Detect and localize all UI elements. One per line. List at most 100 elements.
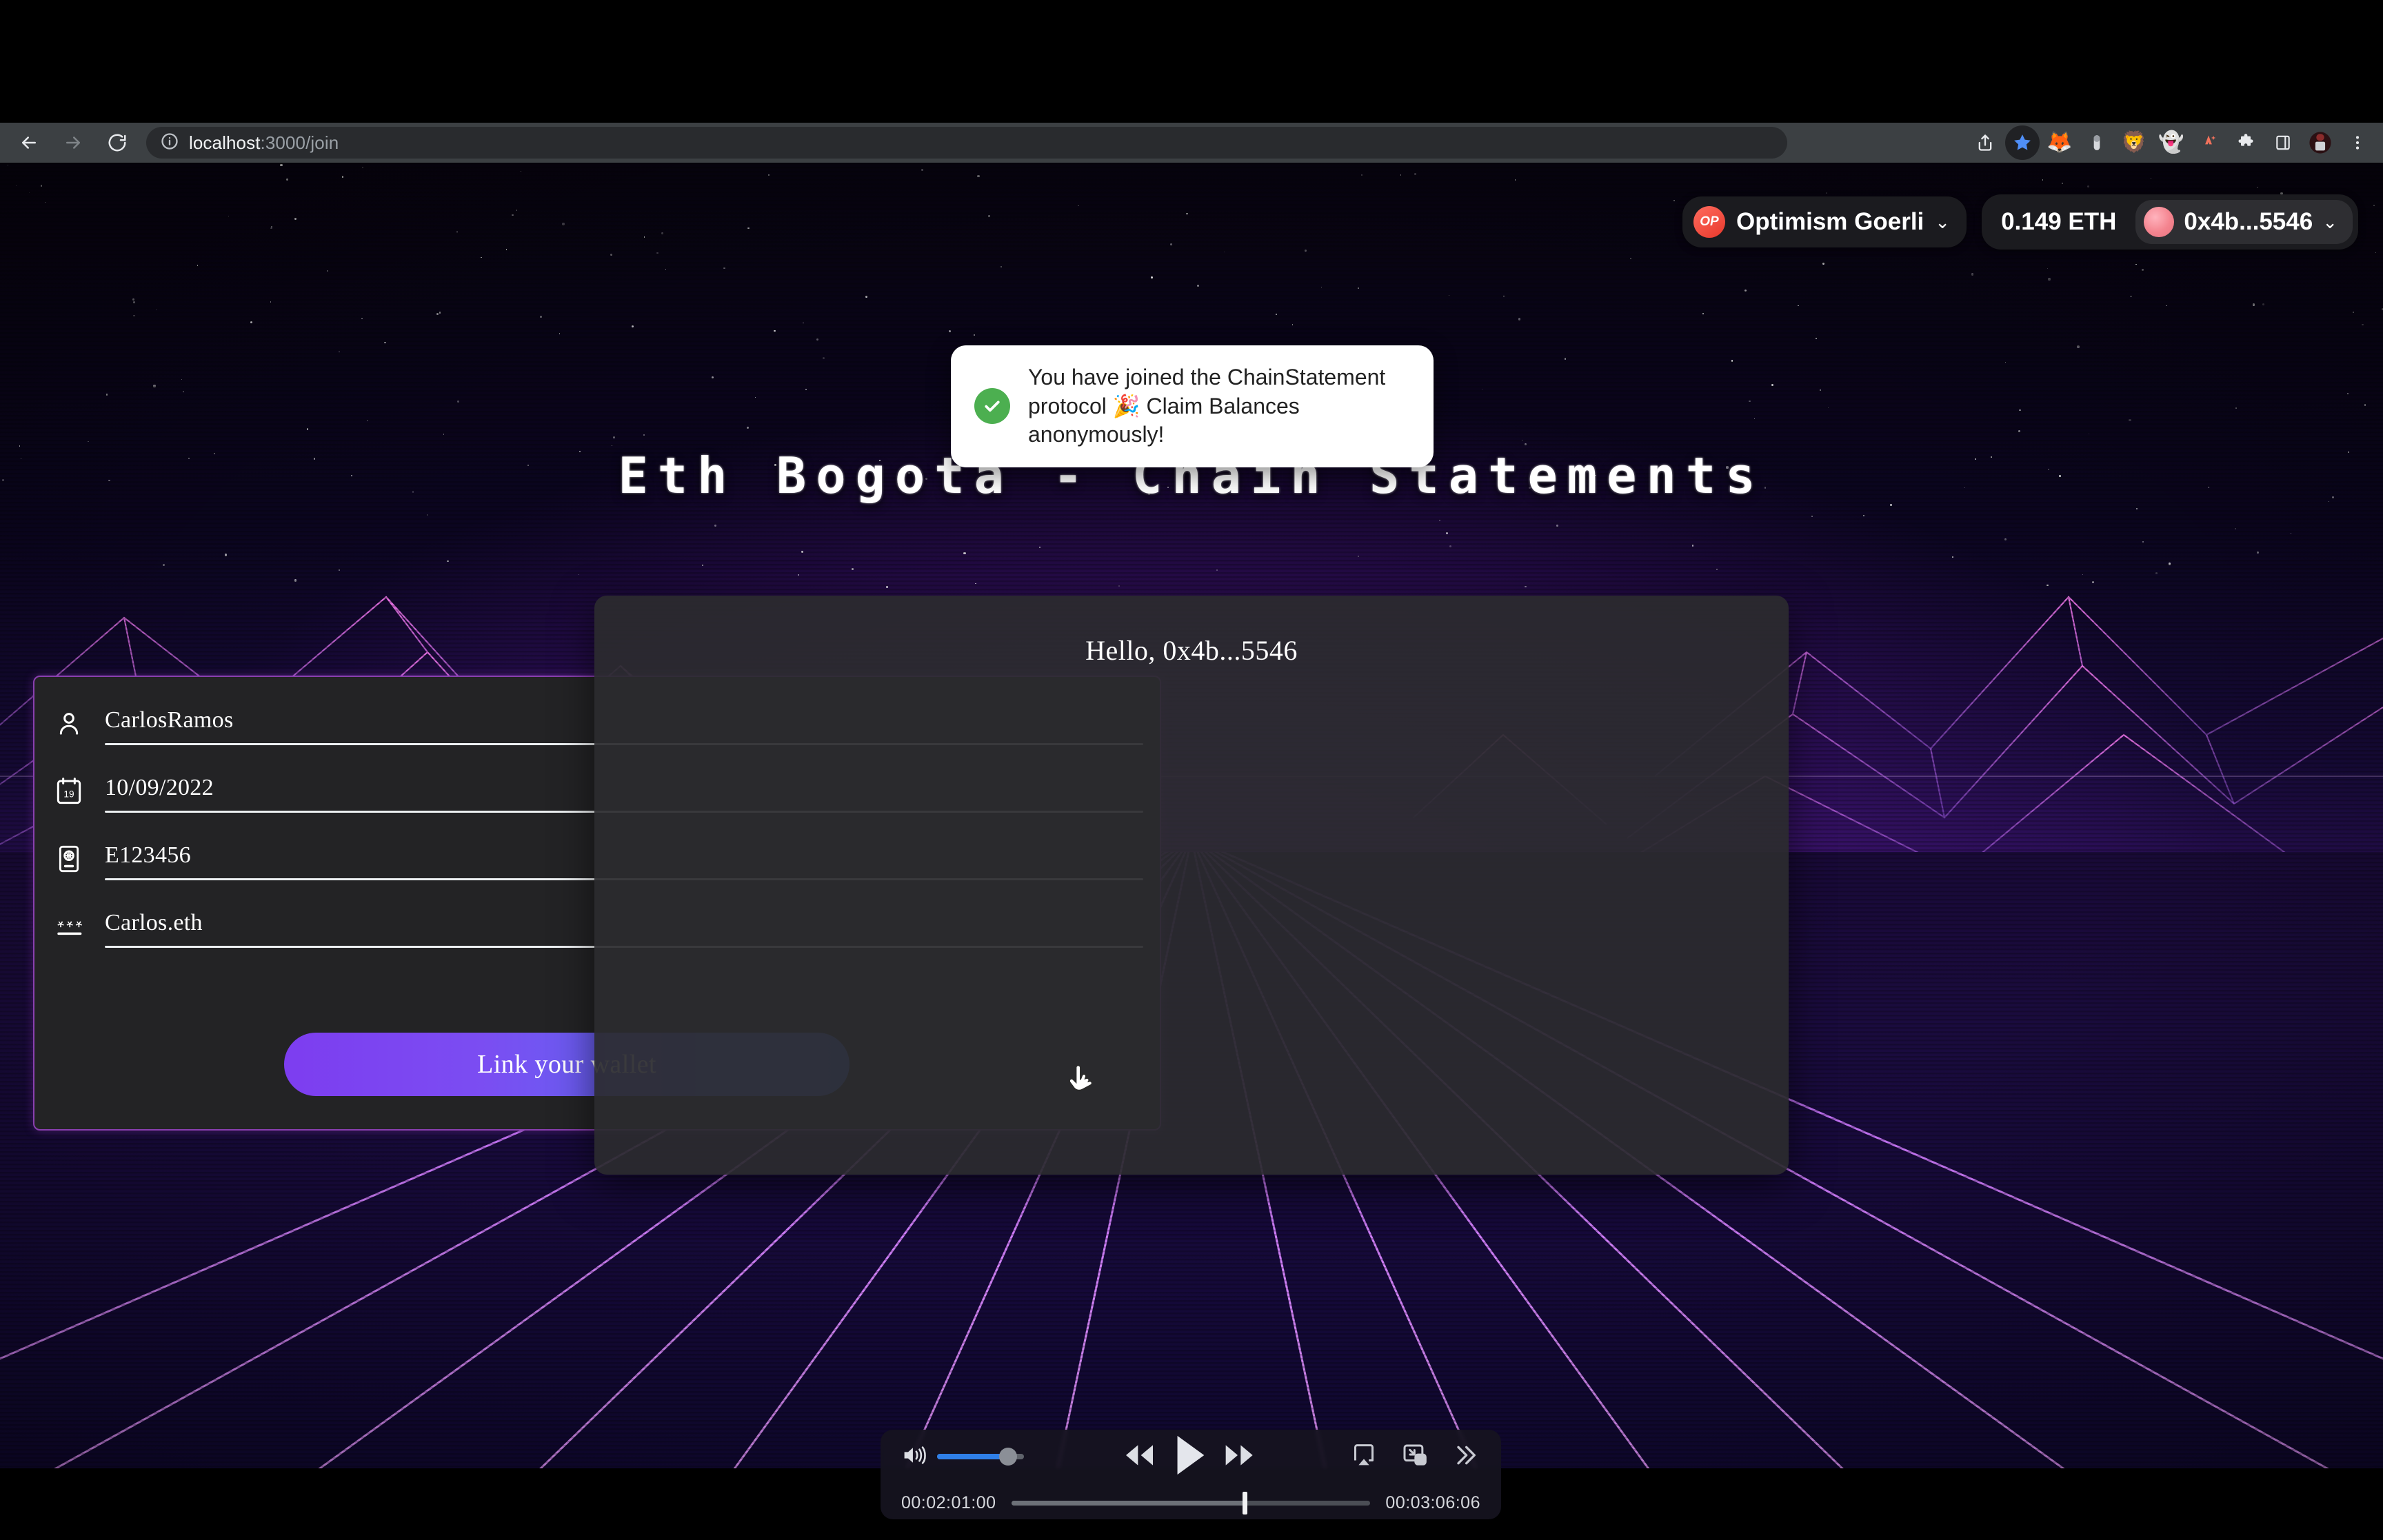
star [512, 214, 514, 216]
star [439, 312, 441, 314]
account-group: 0.149 ETH 0x4b...5546 ⌄ [1982, 194, 2358, 250]
star [1744, 290, 1747, 292]
play-icon [1172, 1434, 1207, 1480]
browser-toolbar: localhost:3000/join 🦊 🦁 👻 [0, 123, 2383, 163]
star [1822, 263, 1824, 265]
star [1078, 205, 1079, 207]
profile-avatar-icon[interactable] [2303, 125, 2337, 160]
star [712, 376, 714, 379]
chevron-double-right-icon [1451, 1441, 1479, 1472]
star [2353, 312, 2355, 313]
star [1170, 243, 1173, 246]
star [2375, 252, 2377, 253]
airplay-button[interactable] [1349, 1441, 1378, 1472]
star [2373, 205, 2375, 207]
info-circle-icon[interactable] [160, 132, 179, 154]
star [29, 192, 30, 193]
star [865, 296, 868, 298]
star [1971, 273, 1974, 276]
star [559, 333, 561, 335]
transport-buttons [1122, 1434, 1257, 1480]
greeting-text: Hello, 0x4b...5546 [1085, 635, 1298, 666]
calendar-icon: 19 [54, 775, 84, 808]
seek-playhead[interactable] [1243, 1491, 1248, 1514]
chrome-menu-icon[interactable] [2340, 125, 2375, 160]
star [1825, 192, 1828, 194]
star [2087, 185, 2090, 188]
picture-in-picture-button[interactable] [1400, 1441, 1429, 1472]
side-panel-icon[interactable] [2266, 125, 2300, 160]
passport-icon [54, 842, 84, 875]
star [1196, 284, 1199, 287]
account-button[interactable]: 0x4b...5546 ⌄ [2135, 200, 2353, 244]
volume-on-icon[interactable] [901, 1443, 929, 1470]
seek-slider[interactable] [1011, 1491, 1371, 1514]
current-time: 00:02:01:00 [901, 1492, 996, 1512]
share-icon[interactable] [1968, 125, 2002, 160]
star [505, 249, 507, 250]
wallet-balance[interactable]: 0.149 ETH [2001, 208, 2135, 236]
star [1361, 174, 1363, 176]
star [1702, 313, 1704, 315]
lion-crest-extension-icon[interactable]: 🦁 [2117, 125, 2151, 160]
address-bar-text: localhost:3000/join [189, 132, 339, 154]
star [1771, 383, 1774, 387]
volume-control[interactable] [881, 1443, 1024, 1470]
browser-nav-buttons [0, 126, 137, 159]
total-time: 00:03:06:06 [1385, 1492, 1480, 1512]
volume-slider[interactable] [937, 1448, 1024, 1466]
more-options-button[interactable] [1451, 1441, 1479, 1472]
back-button[interactable] [10, 126, 48, 159]
star [1358, 287, 1360, 289]
star [1276, 314, 1278, 316]
star [1400, 174, 1402, 176]
star [153, 385, 156, 387]
star [280, 163, 283, 167]
network-name: Optimism Goerli [1736, 208, 1924, 235]
star [1515, 179, 1516, 181]
star [2135, 264, 2137, 265]
address-bar[interactable]: localhost:3000/join [146, 127, 1787, 159]
star [181, 379, 183, 381]
network-selector[interactable]: OP Optimism Goerli ⌄ [1682, 196, 1967, 247]
rewind-button[interactable] [1122, 1441, 1156, 1472]
forward-button[interactable] [54, 126, 92, 159]
rainbow-extension-icon[interactable] [2191, 125, 2226, 160]
star [2077, 345, 2080, 348]
extensions-puzzle-icon[interactable] [2229, 125, 2263, 160]
player-extra-buttons [1349, 1441, 1501, 1472]
star [2252, 303, 2255, 306]
star [723, 267, 725, 269]
star [2047, 267, 2049, 270]
reload-button[interactable] [98, 126, 137, 159]
star [1731, 360, 1733, 362]
fast-forward-button[interactable] [1223, 1441, 1257, 1472]
star [1816, 338, 1818, 340]
toast-message: You have joined the ChainStatement proto… [1028, 365, 1386, 447]
star [339, 351, 340, 353]
star [1798, 305, 1800, 307]
toast-notification[interactable]: You have joined the ChainStatement proto… [951, 345, 1434, 467]
star [362, 167, 364, 169]
bookmark-star-icon[interactable] [2005, 125, 2040, 160]
phantom-ghost-extension-icon[interactable]: 👻 [2154, 125, 2189, 160]
star [562, 223, 565, 225]
volume-knob[interactable] [999, 1448, 1018, 1466]
svg-text:19: 19 [63, 789, 74, 800]
star [270, 301, 272, 303]
password-dots-icon [54, 910, 84, 943]
fox-glyph: 🦊 [2047, 131, 2073, 154]
airplay-icon [1349, 1441, 1378, 1472]
reload-icon [107, 132, 128, 153]
account-avatar-icon [2144, 207, 2175, 237]
star [133, 301, 136, 303]
play-button[interactable] [1172, 1434, 1207, 1480]
transport-row [881, 1430, 1501, 1483]
metamask-fox-extension-icon[interactable]: 🦊 [2042, 125, 2077, 160]
star [656, 252, 658, 254]
star [948, 330, 951, 332]
star [1502, 295, 1505, 297]
pill-extension-icon[interactable] [2080, 125, 2114, 160]
volume-fill [937, 1454, 1009, 1459]
lion-glyph: 🦁 [2121, 131, 2147, 154]
